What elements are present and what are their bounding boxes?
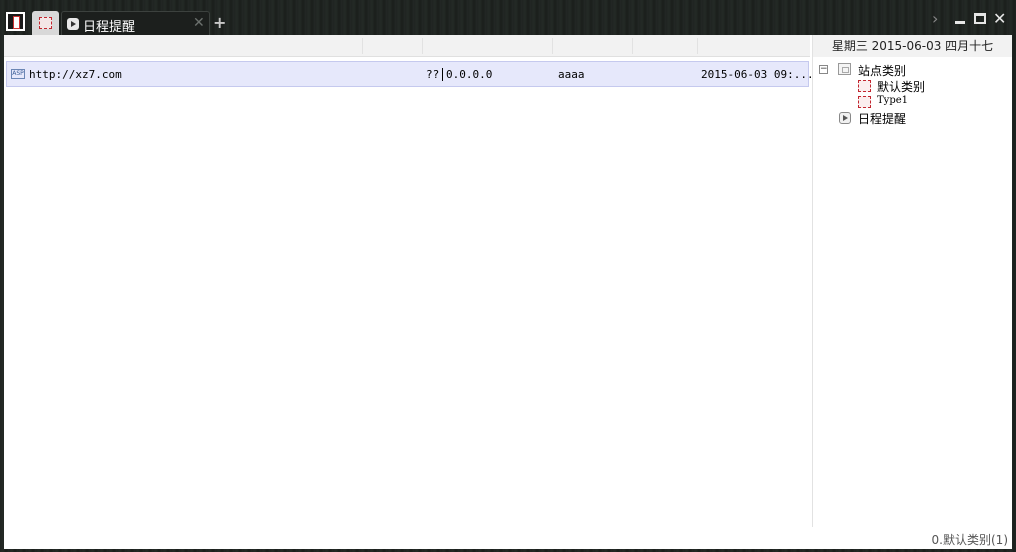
tree-item-label: 站点类别 — [858, 64, 907, 78]
title-bar: 日程提醒 ✕ + › ✕ — [0, 0, 1016, 35]
status-bar: 0.默认类别(1) — [4, 527, 1012, 549]
tab-label: 日程提醒 — [83, 20, 136, 35]
schedule-icon — [839, 112, 851, 124]
row-password: aaaa — [558, 68, 585, 81]
category-icon — [39, 17, 52, 29]
chevron-right-icon[interactable]: › — [932, 9, 938, 28]
column-separator[interactable] — [552, 38, 553, 54]
schedule-icon — [67, 18, 79, 30]
column-separator[interactable] — [697, 38, 698, 54]
folder-icon — [838, 63, 851, 75]
asp-file-icon: ASP — [11, 69, 25, 79]
table-row[interactable]: ASP http://xz7.com ?? 0.0.0.0 aaaa 2015-… — [6, 61, 814, 87]
app-logo-icon[interactable] — [6, 12, 25, 31]
list-header — [4, 35, 810, 57]
app-window: 日程提醒 ✕ + › ✕ ASP http://xz7.com ?? 0.0.0… — [0, 0, 1016, 552]
content-area: ASP http://xz7.com ?? 0.0.0.0 aaaa 2015-… — [4, 35, 1012, 549]
category-icon — [858, 96, 871, 108]
collapse-icon[interactable]: − — [819, 65, 828, 74]
site-list: ASP http://xz7.com ?? 0.0.0.0 aaaa 2015-… — [4, 35, 814, 549]
status-text: 0.默认类别(1) — [931, 533, 1008, 547]
column-separator[interactable] — [632, 38, 633, 54]
row-date: 2015-06-03 09:... — [701, 68, 814, 81]
tree-item-label: 日程提醒 — [858, 112, 907, 126]
tab-home[interactable] — [32, 11, 59, 35]
column-separator[interactable] — [422, 38, 423, 54]
tab-schedule[interactable]: 日程提醒 ✕ — [61, 11, 210, 35]
maximize-button[interactable] — [974, 13, 986, 24]
new-tab-button[interactable]: + — [213, 13, 226, 32]
row-status: ?? — [426, 68, 440, 81]
category-pane: 星期三 2015-06-03 四月十七 − 站点类别 默认类别 Type1 日程… — [813, 35, 1012, 527]
tree-item-label: 默认类别 — [877, 80, 926, 94]
tree-item-label: Type1 — [877, 95, 909, 106]
close-button[interactable]: ✕ — [993, 9, 1006, 28]
category-icon — [858, 80, 871, 92]
column-separator[interactable] — [362, 38, 363, 54]
row-ip: 0.0.0.0 — [442, 68, 492, 81]
row-url: http://xz7.com — [29, 68, 122, 81]
tab-close-icon[interactable]: ✕ — [193, 15, 205, 31]
date-display: 星期三 2015-06-03 四月十七 — [813, 35, 1012, 57]
